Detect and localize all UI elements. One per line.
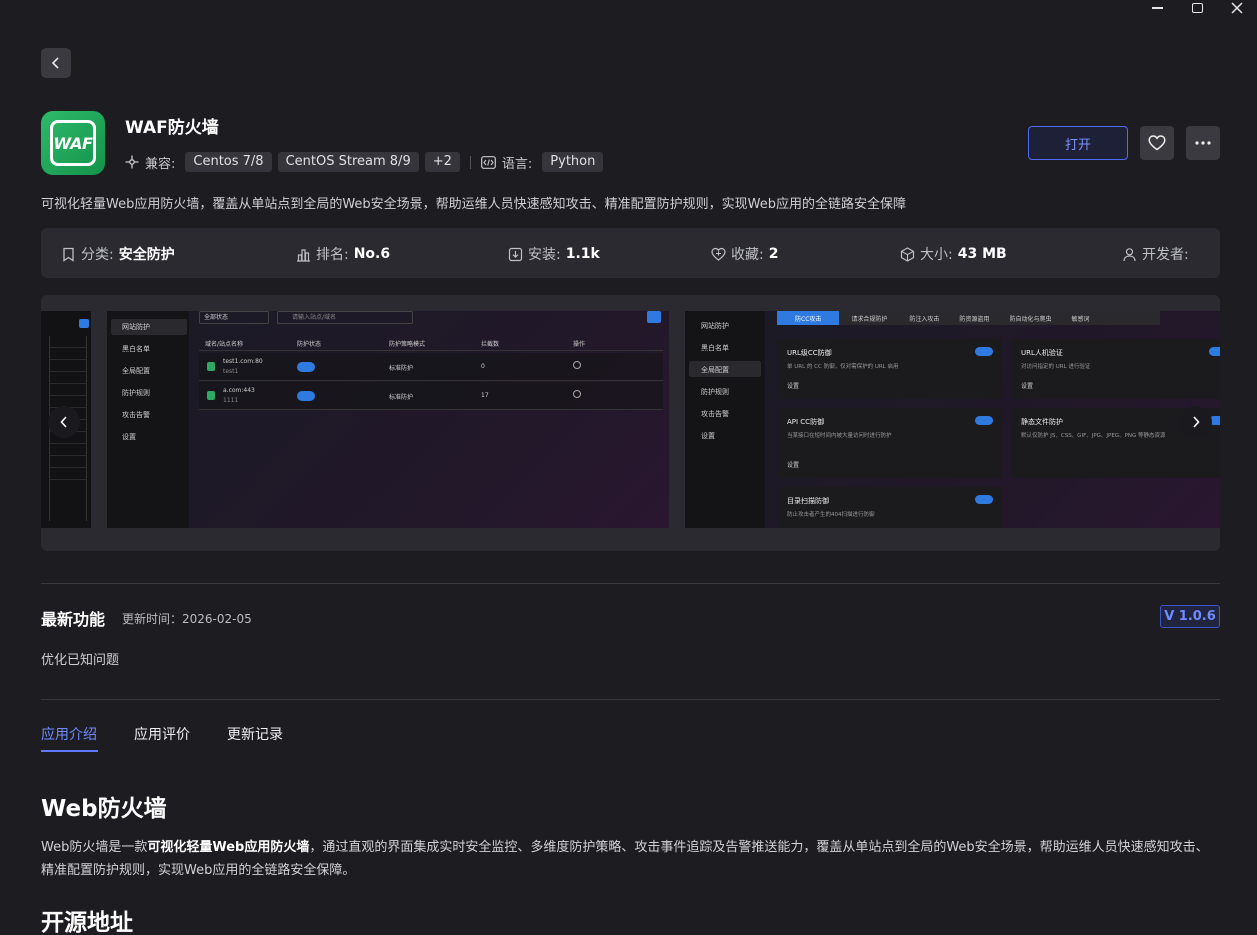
close-icon [1231, 2, 1243, 14]
chevron-left-icon [60, 416, 67, 428]
compat-more-chip[interactable]: +2 [424, 152, 460, 172]
maximize-button[interactable] [1177, 0, 1217, 16]
minimize-button[interactable] [1137, 0, 1177, 16]
stat-favorites: 收藏: 2 [711, 244, 778, 264]
window-controls [1137, 0, 1257, 16]
tab-changelog[interactable]: 更新记录 [227, 724, 283, 744]
divider [469, 155, 471, 169]
stat-rank: 排名: No.6 [296, 244, 390, 264]
stat-value: 43 MB [957, 246, 1007, 262]
open-source-heading: 开源地址 [41, 910, 133, 935]
gallery-prev-button[interactable] [48, 406, 80, 438]
compat-chip: CentOS Stream 8/9 [277, 152, 419, 172]
update-note: 优化已知问题 [41, 653, 120, 668]
meta-row: 兼容: Centos 7/8 CentOS Stream 8/9 +2 语言: … [125, 152, 604, 172]
stat-value: 2 [768, 246, 779, 262]
developer-icon [1123, 247, 1136, 261]
update-time: 更新时间：2026-02-05 [122, 612, 252, 626]
chevron-left-icon [51, 57, 59, 69]
close-button[interactable] [1217, 0, 1257, 16]
app-icon: WAF [41, 111, 105, 175]
latest-title: 最新功能 [41, 610, 106, 629]
chevron-right-icon [1193, 416, 1200, 428]
category-icon [63, 247, 74, 262]
stat-category: 分类: 安全防护 [61, 244, 175, 264]
intro-heading: Web防火墙 [41, 796, 167, 822]
heart-icon [1148, 135, 1166, 151]
stat-install: 安装: 1.1k [508, 244, 600, 264]
lang-label: 语言: [501, 156, 533, 172]
compat-label: 兼容: [145, 156, 176, 172]
compat-chip: Centos 7/8 [185, 152, 272, 172]
maximize-icon [1191, 3, 1203, 13]
app-description: 可视化轻量Web应用防火墙，覆盖从单站点到全局的Web安全场景，帮助运维人员快速… [41, 197, 907, 212]
stat-developer: 开发者: [1122, 244, 1194, 264]
tab-reviews[interactable]: 应用评价 [134, 724, 190, 744]
stat-value: No.6 [353, 246, 391, 262]
rank-icon [297, 248, 310, 262]
screenshot-1[interactable]: 网站防护 黑白名单 全局配置 防护规则 攻击告警 设置 全部状态 请输入站点/域… [107, 311, 669, 528]
screenshot-2[interactable]: 网站防护 黑白名单 全局配置 防护规则 攻击告警 设置 防CC攻击 请求合规防护… [685, 311, 1220, 528]
open-button[interactable]: 打开 [1028, 126, 1128, 160]
tab-underline [41, 750, 98, 752]
back-button[interactable] [41, 48, 71, 78]
screenshot-sidebar: 网站防护 黑白名单 全局配置 防护规则 攻击告警 设置 [107, 311, 189, 528]
stat-size: 大小: 43 MB [900, 244, 1007, 264]
screenshot-gallery: 网站防护 黑白名单 全局配置 防护规则 攻击告警 设置 全部状态 请输入站点/域… [41, 295, 1220, 551]
divider [41, 583, 1220, 584]
more-button[interactable] [1186, 126, 1220, 160]
compatibility-icon [125, 155, 139, 169]
app-icon-text: WAF [53, 133, 93, 153]
favorite-icon [711, 247, 726, 261]
stat-value: 安全防护 [118, 247, 175, 263]
stat-value: 1.1k [565, 246, 600, 262]
intro-paragraph: Web防火墙是一款可视化轻量Web应用防火墙，通过直观的界面集成实时安全监控、多… [41, 840, 1209, 878]
tab-intro[interactable]: 应用介绍 [41, 724, 97, 744]
code-icon [480, 155, 496, 169]
more-icon [1195, 141, 1211, 145]
app-title: WAF防火墙 [125, 118, 219, 138]
lang-chip: Python [542, 152, 604, 172]
install-icon [508, 247, 523, 261]
divider [41, 699, 1220, 700]
gallery-next-button[interactable] [1180, 406, 1212, 438]
stats-bar: 分类: 安全防护 排名: No.6 安装: 1.1k 收藏: 2 大小: 43 MB 开发… [41, 228, 1220, 278]
version-badge: V 1.0.6 [1160, 605, 1220, 628]
minimize-icon [1151, 7, 1163, 9]
size-icon [900, 246, 915, 262]
favorite-button[interactable] [1140, 126, 1174, 160]
